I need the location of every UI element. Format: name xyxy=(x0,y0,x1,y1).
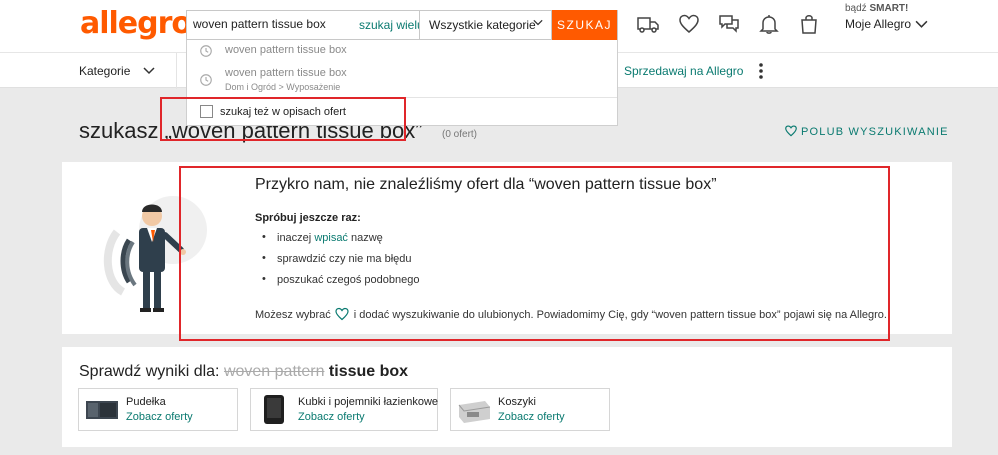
kept-words[interactable]: tissue box xyxy=(329,363,408,380)
allegro-logo[interactable]: allegro xyxy=(80,6,192,41)
see-offers-link[interactable]: Zobacz oferty xyxy=(498,411,565,423)
like-search-label: POLUB WYSZUKIWANIE xyxy=(801,126,949,138)
category-tile-kubki[interactable]: Kubki i pojemniki łazienkowe Zobacz ofer… xyxy=(250,388,438,431)
shopping-bag-icon[interactable] xyxy=(797,12,821,36)
heart-icon xyxy=(785,125,797,137)
category-thumbnail xyxy=(86,401,118,419)
account-menu[interactable]: Moje Allegro xyxy=(845,17,911,31)
highlight-box xyxy=(160,97,406,141)
bell-icon[interactable] xyxy=(757,12,781,36)
offer-count: (0 ofert) xyxy=(442,129,478,140)
search-many-link[interactable]: szukaj wielu xyxy=(359,18,424,32)
messages-icon[interactable] xyxy=(717,12,741,36)
smart-prefix: bądź xyxy=(845,3,867,14)
smart-badge[interactable]: bądź SMART! xyxy=(845,3,908,14)
removed-words: woven pattern xyxy=(223,363,325,380)
category-name: Pudełka xyxy=(126,396,166,408)
history-icon xyxy=(200,45,212,57)
delivery-truck-icon[interactable] xyxy=(636,12,660,36)
see-offers-link[interactable]: Zobacz oferty xyxy=(298,411,365,423)
suggestion-item[interactable]: woven pattern tissue box Dom i Ogród > W… xyxy=(187,62,617,96)
category-name: Kubki i pojemniki łazienkowe xyxy=(298,396,439,408)
more-options-icon[interactable] xyxy=(757,61,765,81)
suggestion-text: woven pattern tissue box xyxy=(225,44,347,56)
nav-divider xyxy=(176,53,177,89)
chevron-down-icon[interactable] xyxy=(143,64,155,76)
category-name: Koszyki xyxy=(498,396,536,408)
like-search-button[interactable]: POLUB WYSZUKIWANIE xyxy=(784,124,949,138)
heart-icon[interactable] xyxy=(677,12,701,36)
category-select-label: Wszystkie kategorie xyxy=(429,18,536,32)
related-label: Sprawdź wyniki dla: xyxy=(79,363,220,380)
smart-label: SMART! xyxy=(869,3,909,14)
category-thumbnail xyxy=(264,395,284,424)
category-tile-pudelka[interactable]: Pudełka Zobacz oferty xyxy=(78,388,238,431)
categories-menu[interactable]: Kategorie xyxy=(79,64,130,78)
category-tile-koszyki[interactable]: Koszyki Zobacz oferty xyxy=(450,388,610,431)
category-thumbnail xyxy=(458,401,491,423)
history-icon xyxy=(200,74,212,86)
suggestion-category: Dom i Ogród > Wyposażenie xyxy=(225,82,341,92)
see-offers-link[interactable]: Zobacz oferty xyxy=(126,411,193,423)
category-select[interactable]: Wszystkie kategorie xyxy=(419,10,552,40)
search-button[interactable]: SZUKAJ xyxy=(552,10,617,40)
sell-link[interactable]: Sprzedawaj na Allegro xyxy=(624,64,743,78)
search-input[interactable]: woven pattern tissue box xyxy=(193,17,326,31)
related-results-heading: Sprawdź wyniki dla: woven pattern tissue… xyxy=(79,363,408,381)
chevron-down-icon[interactable] xyxy=(915,17,928,30)
highlight-box xyxy=(179,166,890,341)
chevron-down-icon xyxy=(533,19,543,26)
suggestion-item[interactable]: woven pattern tissue box xyxy=(187,40,617,62)
suggestion-text: woven pattern tissue box xyxy=(225,67,347,79)
